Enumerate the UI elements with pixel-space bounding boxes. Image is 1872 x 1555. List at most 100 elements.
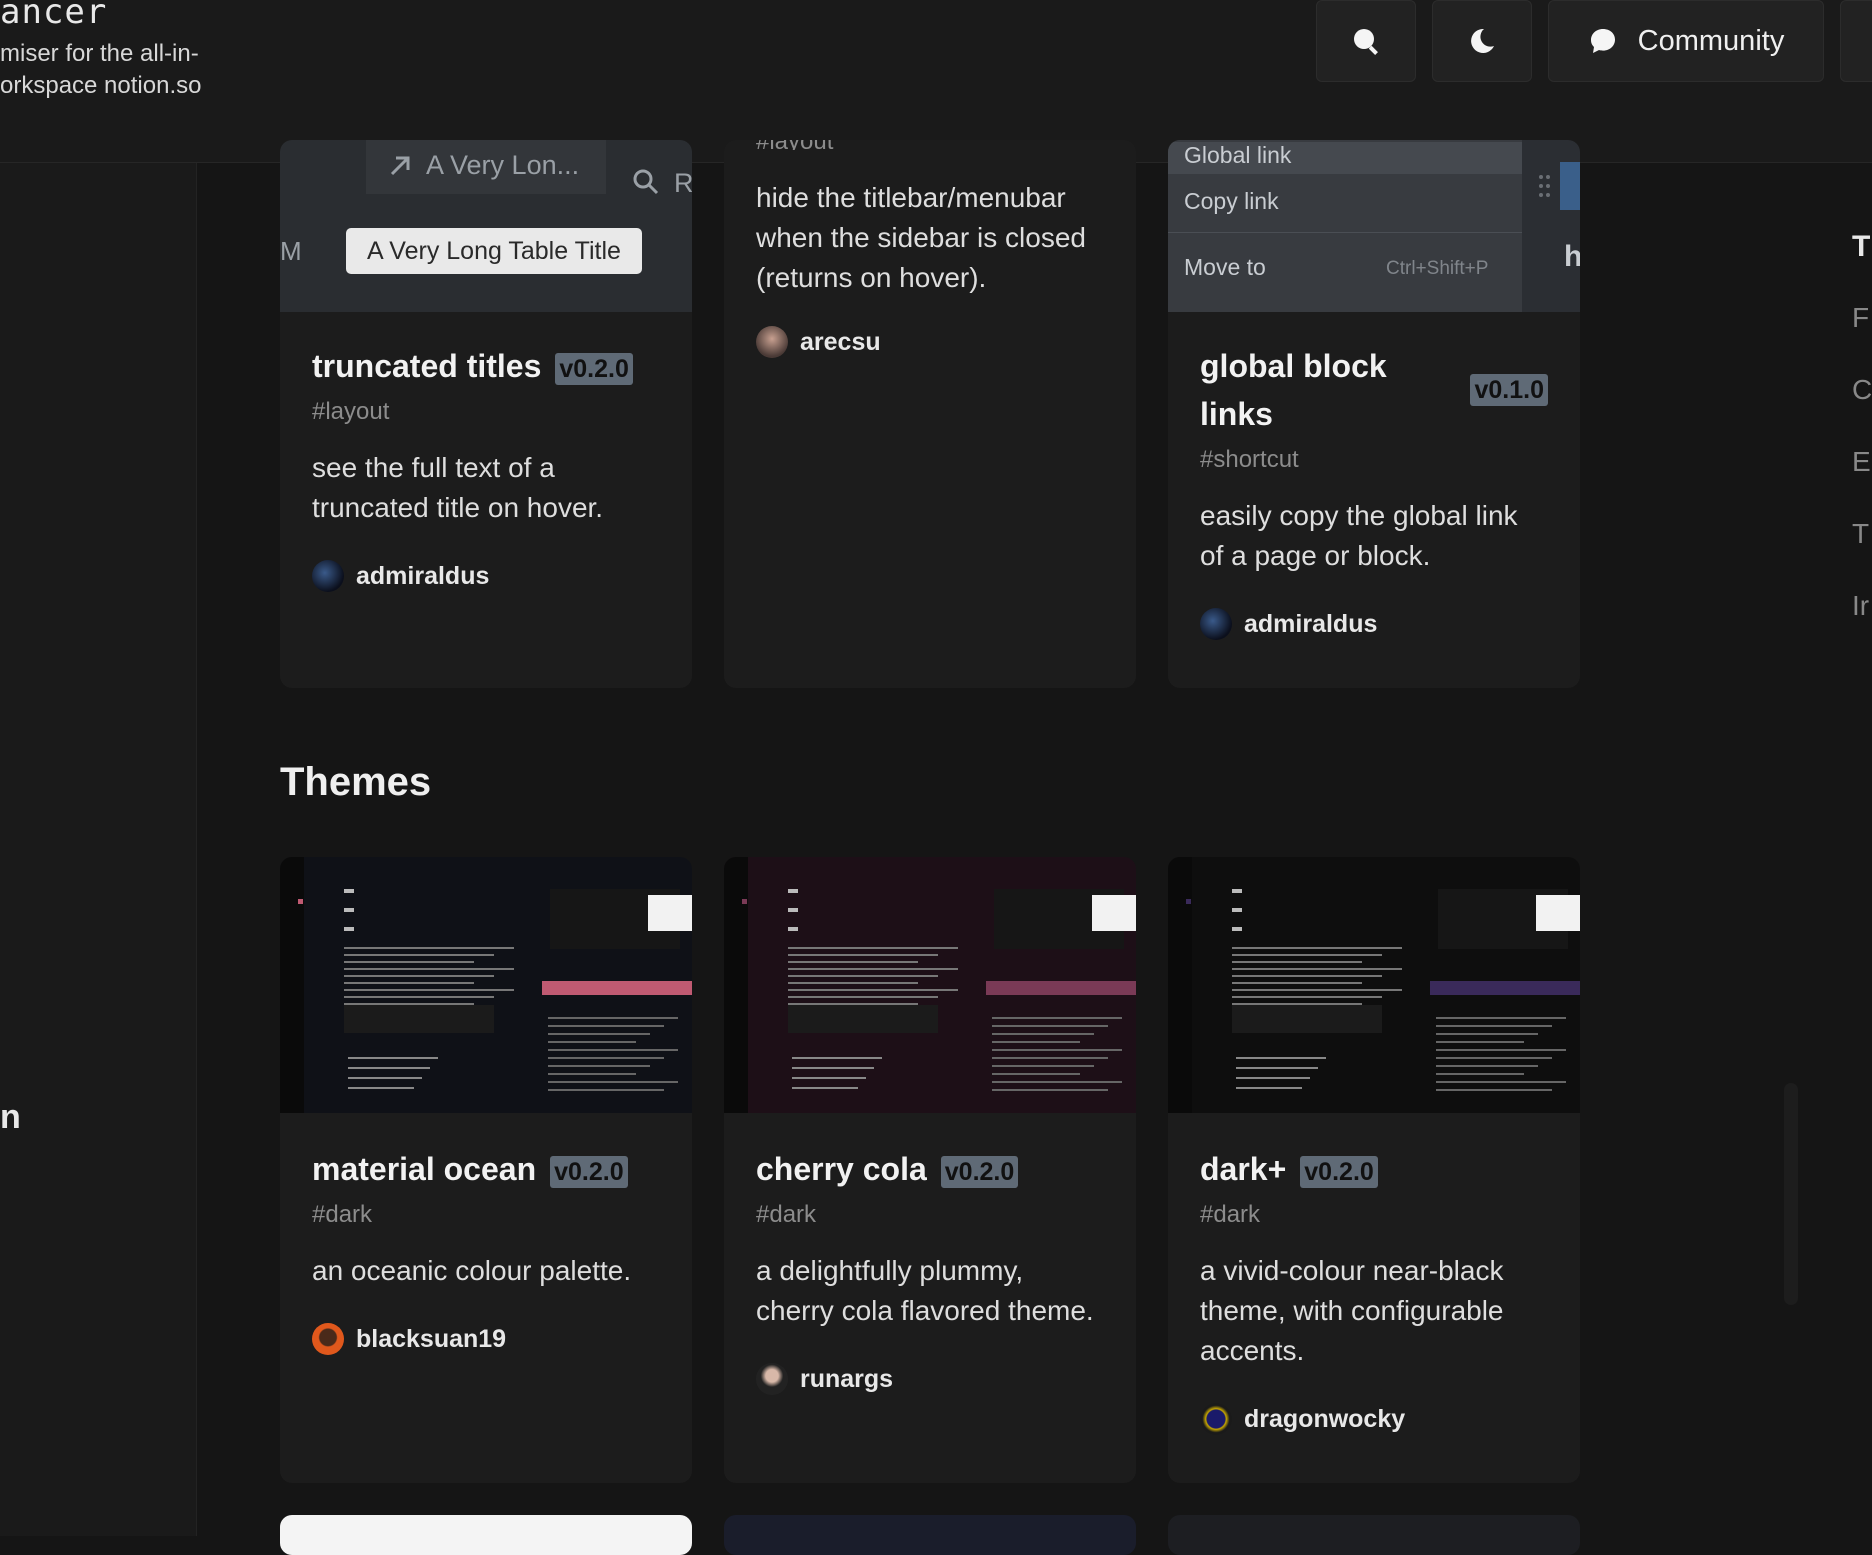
left-sidebar: n — [0, 163, 197, 1536]
screenshot-text-line — [344, 954, 494, 956]
screenshot-text-line — [1232, 961, 1362, 963]
moon-icon — [1471, 28, 1494, 53]
search-button[interactable] — [1316, 0, 1416, 82]
card-author[interactable]: runargs — [756, 1363, 1104, 1395]
drag-handle-icon — [1539, 175, 1550, 197]
theme-card-material-ocean[interactable]: material ocean v0.2.0 #dark an oceanic co… — [280, 857, 692, 1483]
screenshot-text-line — [1232, 947, 1402, 949]
screenshot-code-line — [548, 1041, 636, 1043]
screenshot-heading — [788, 927, 798, 931]
screenshot-list-item — [1236, 1087, 1302, 1089]
screenshot-code-line — [548, 1073, 636, 1075]
screenshot-text-line — [344, 1003, 474, 1005]
card-description: a vivid-colour near-black theme, with co… — [1200, 1255, 1504, 1366]
theme-card-next[interactable] — [724, 1515, 1136, 1555]
extension-card-hide-titlebar[interactable]: #layout hide the titlebar/menubar when t… — [724, 140, 1136, 688]
avatar — [312, 560, 344, 592]
theme-card-next[interactable] — [1168, 1515, 1580, 1555]
preview-tab-text: A Very Lon... — [426, 150, 580, 180]
screenshot-text-line — [344, 975, 494, 977]
screenshot-code-line — [992, 1033, 1094, 1035]
avatar — [756, 1363, 788, 1395]
screenshot-highlight — [986, 981, 1136, 995]
screenshot-heading — [344, 889, 354, 893]
scrollbar-track[interactable] — [1784, 1083, 1798, 1305]
version-badge: v0.2.0 — [1300, 1155, 1378, 1188]
card-tag[interactable]: #layout — [312, 394, 660, 430]
top-header: ancer miser for the all-in- orkspace not… — [0, 0, 1872, 163]
theme-card-light[interactable] — [280, 1515, 692, 1555]
theme-card-dark-plus[interactable]: dark+ v0.2.0 #dark a vivid-colour near-bl… — [1168, 857, 1580, 1483]
search-icon — [633, 169, 659, 195]
screenshot-heading — [788, 889, 798, 893]
theme-toggle-button[interactable] — [1432, 0, 1532, 82]
screenshot-code-line — [992, 1081, 1122, 1083]
card-title: cherry cola — [756, 1151, 927, 1187]
screenshot-heading — [344, 927, 354, 931]
screenshot-code-line — [1436, 1081, 1566, 1083]
screenshot-code-line — [548, 1065, 650, 1067]
screenshot-text-line — [344, 968, 514, 970]
card-description: easily copy the global link of a page or… — [1200, 500, 1518, 571]
card-title-row: material ocean v0.2.0 — [312, 1145, 660, 1193]
extension-card-truncated-titles[interactable]: A Very Lon... R M A Very Long Table Titl… — [280, 140, 692, 688]
screenshot-marker — [742, 899, 747, 904]
theme-card-cherry-cola[interactable]: cherry cola v0.2.0 #dark a delightfully p… — [724, 857, 1136, 1483]
author-name: arecsu — [800, 327, 881, 356]
card-title-row: dark+ v0.2.0 — [1200, 1145, 1548, 1193]
extension-preview: A Very Lon... R M A Very Long Table Titl… — [280, 140, 692, 312]
toc-item[interactable]: T — [1852, 518, 1872, 590]
screenshot-text-line — [344, 982, 474, 984]
card-description: a delightfully plummy, cherry cola flavo… — [756, 1255, 1094, 1326]
screenshot-text-line — [344, 961, 474, 963]
extension-card-global-block-links[interactable]: Global link Copy link Move to Ctrl+Shift… — [1168, 140, 1580, 688]
card-description: an oceanic colour palette. — [312, 1255, 632, 1286]
preview-menu-item: Move to — [1184, 254, 1266, 280]
site-title[interactable]: ancer — [0, 0, 107, 32]
community-button[interactable]: Community — [1548, 0, 1824, 82]
screenshot-text-line — [1232, 968, 1402, 970]
screenshot-text-line — [788, 961, 918, 963]
card-tag[interactable]: #dark — [312, 1197, 660, 1233]
card-tag[interactable]: #shortcut — [1200, 442, 1548, 478]
screenshot-text-line — [788, 989, 958, 991]
community-label: Community — [1637, 24, 1785, 57]
screenshot-code-line — [992, 1065, 1094, 1067]
card-title: material ocean — [312, 1151, 537, 1187]
card-title-row: cherry cola v0.2.0 — [756, 1145, 1104, 1193]
screenshot-code-line — [1436, 1073, 1524, 1075]
toc-item[interactable]: Ir — [1852, 590, 1872, 662]
screenshot-code-line — [548, 1025, 664, 1027]
screenshot-code-block — [1232, 1005, 1382, 1033]
screenshot-code-line — [992, 1089, 1108, 1091]
card-author[interactable]: admiraldus — [1200, 608, 1548, 640]
preview-shortcut: Ctrl+Shift+P — [1386, 258, 1489, 279]
toc-heading[interactable]: T — [1852, 230, 1872, 302]
screenshot-code-line — [1436, 1017, 1566, 1019]
screenshot-text-line — [1232, 996, 1382, 998]
screenshot-text-line — [788, 947, 958, 949]
card-author[interactable]: dragonwocky — [1200, 1403, 1548, 1435]
screenshot-list-item — [348, 1067, 430, 1069]
header-extra-button[interactable] — [1840, 0, 1872, 82]
screenshot-code-line — [992, 1073, 1080, 1075]
theme-preview — [1168, 857, 1580, 1113]
author-name: admiraldus — [356, 561, 490, 590]
toc-item[interactable]: E — [1852, 446, 1872, 518]
card-tag[interactable]: #dark — [756, 1197, 1104, 1233]
screenshot-text-line — [788, 968, 958, 970]
toc-item[interactable]: F — [1852, 302, 1872, 374]
version-badge: v0.2.0 — [555, 352, 633, 385]
theme-preview — [280, 857, 692, 1113]
card-author[interactable]: admiraldus — [312, 560, 660, 592]
screenshot-code-line — [1436, 1065, 1538, 1067]
card-tag[interactable]: #dark — [1200, 1197, 1548, 1233]
card-author[interactable]: arecsu — [756, 326, 1104, 358]
toc-item[interactable]: C — [1852, 374, 1872, 446]
screenshot-text-line — [1232, 982, 1362, 984]
card-tag[interactable]: #layout — [756, 140, 1104, 150]
card-author[interactable]: blacksuan19 — [312, 1323, 660, 1355]
card-title: global block links — [1200, 348, 1387, 432]
preview-menu-divider — [1168, 232, 1522, 233]
author-name: runargs — [800, 1364, 894, 1393]
